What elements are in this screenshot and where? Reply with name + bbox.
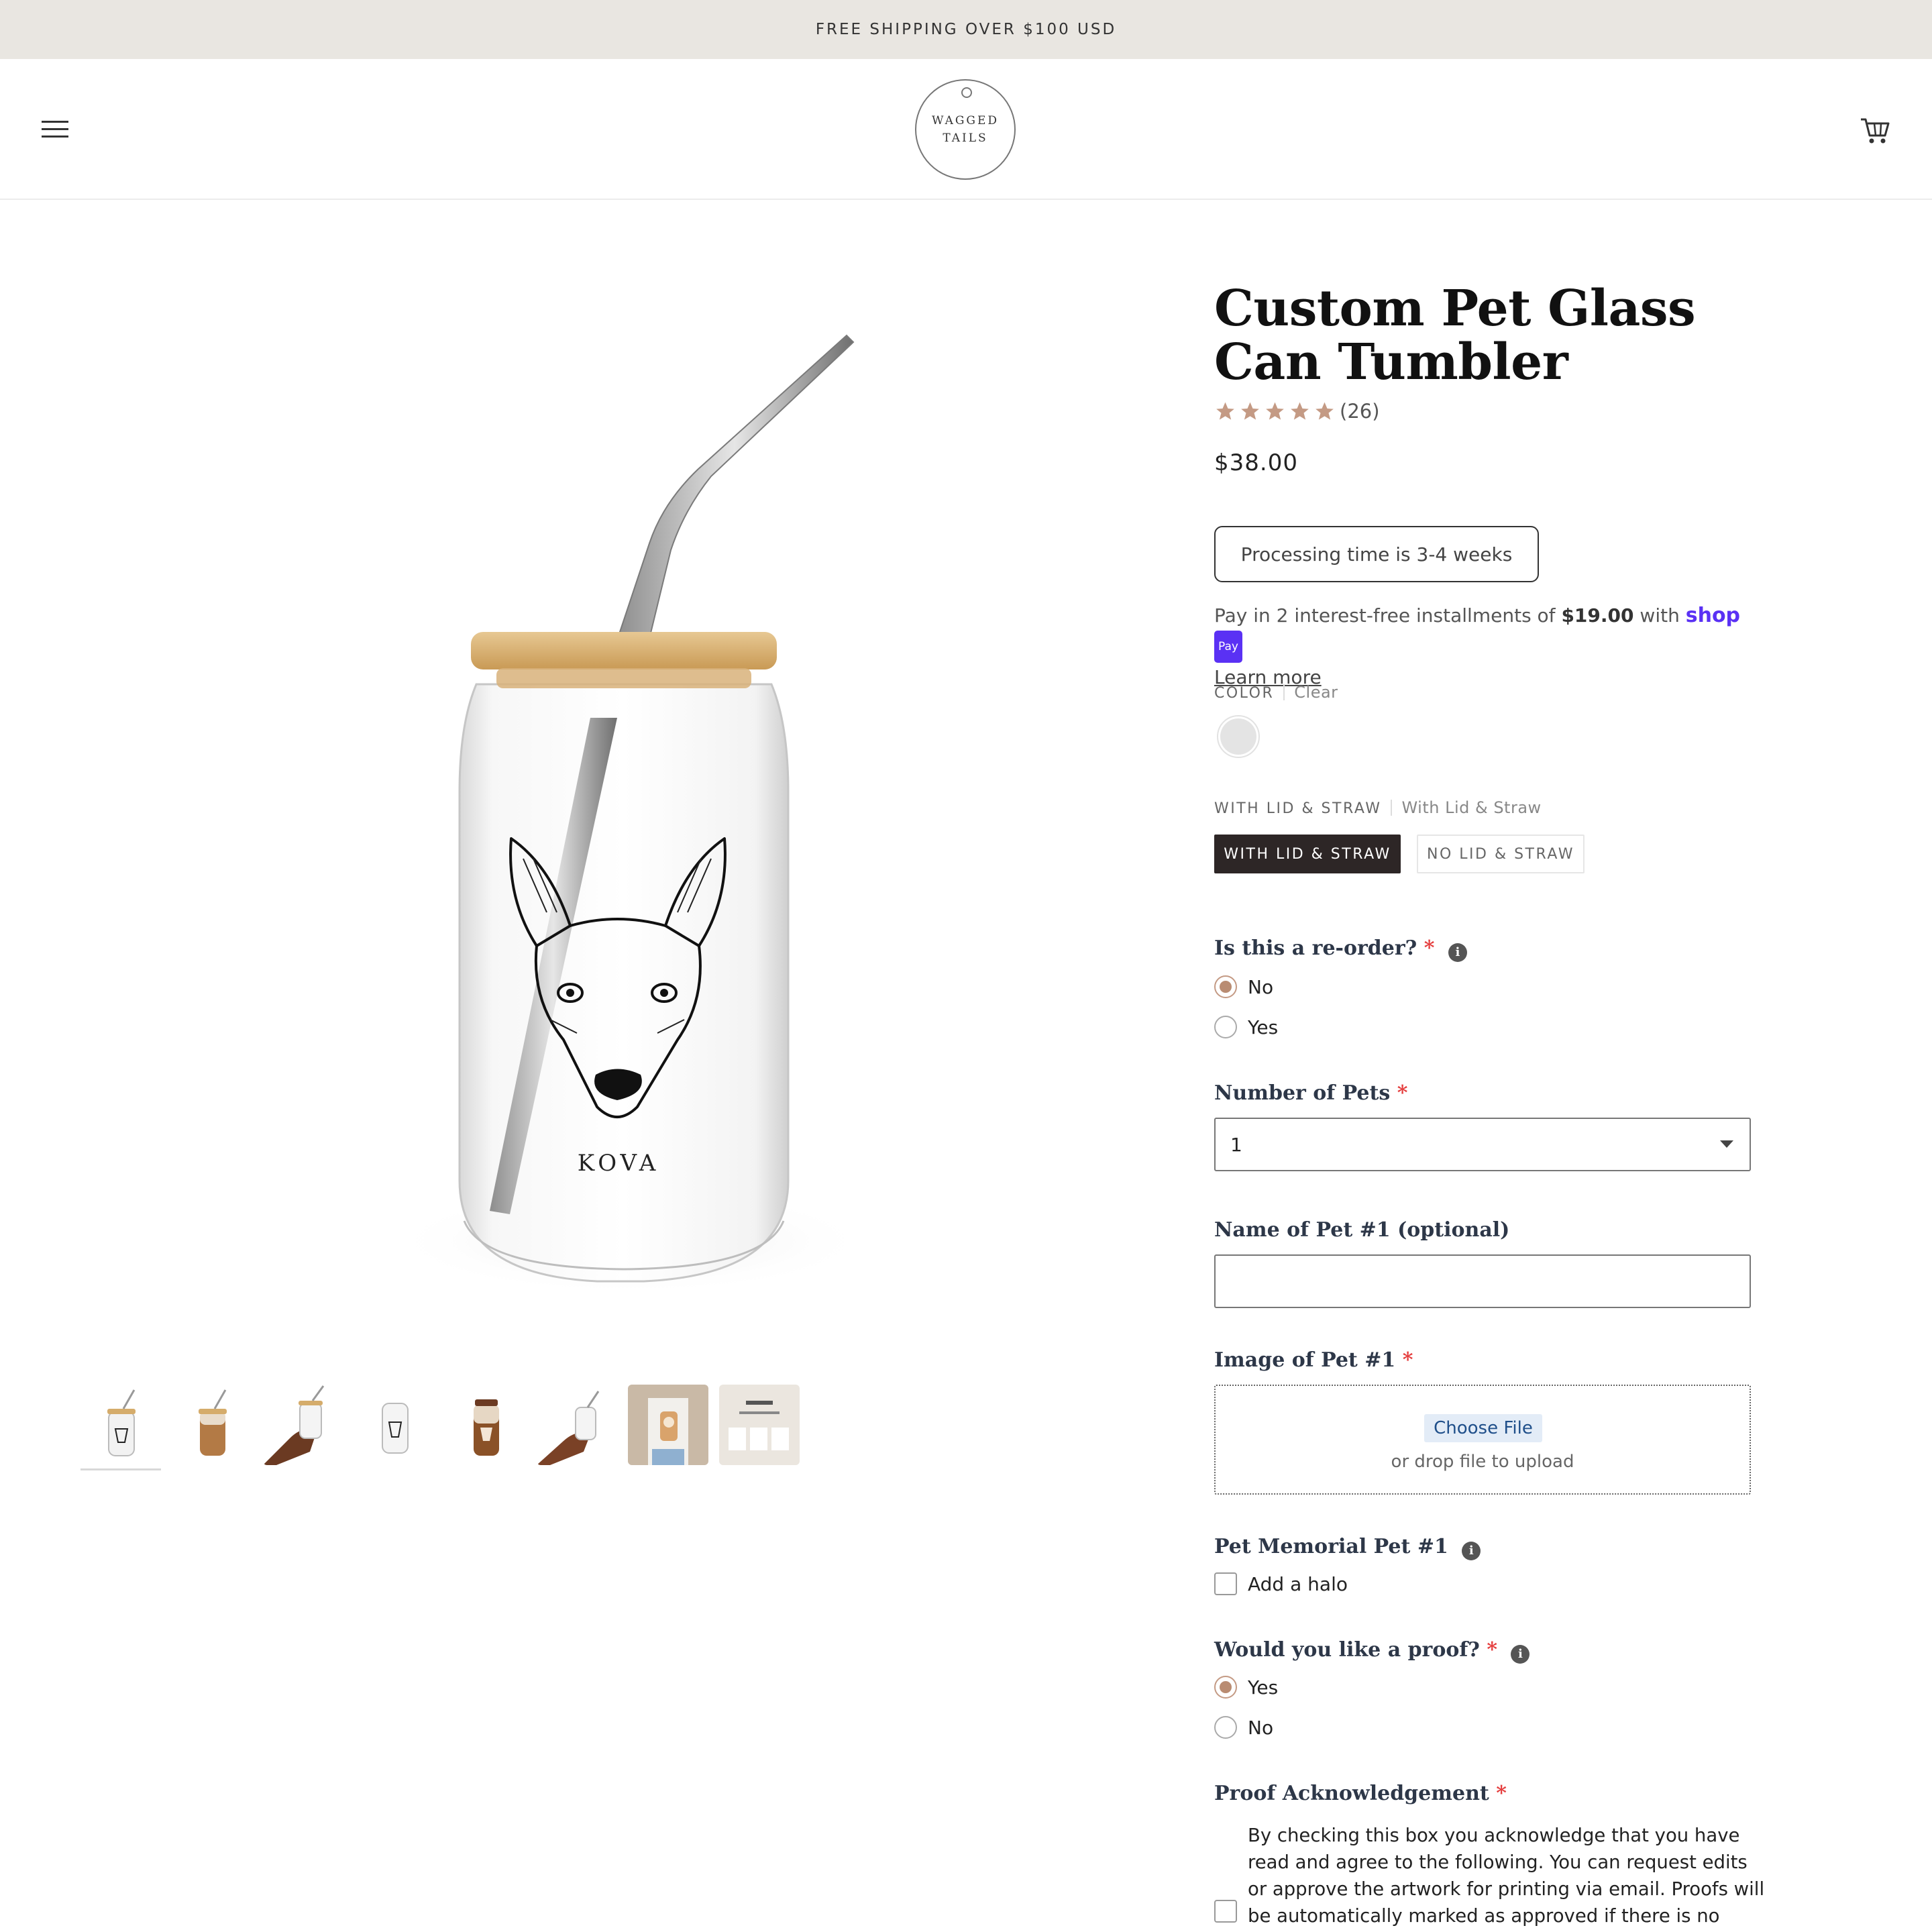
shoppay-prefix: Pay in 2 interest-free installments of <box>1214 604 1562 627</box>
pet-name-label: Name of Pet #1 (optional) <box>1214 1218 1510 1242</box>
announcement-bar: FREE SHIPPING OVER $100 USD <box>0 0 1932 59</box>
drop-file-hint: or drop file to upload <box>1391 1452 1574 1472</box>
proof-ack-checkbox[interactable] <box>1214 1900 1237 1923</box>
add-halo-checkbox[interactable] <box>1214 1572 1237 1595</box>
star-icon <box>1241 402 1259 420</box>
active-thumb-indicator <box>80 1468 161 1470</box>
star-icon <box>1266 402 1284 420</box>
radio-button[interactable] <box>1214 1016 1237 1038</box>
radio-label: No <box>1248 1716 1274 1739</box>
lid-value: With Lid & Straw <box>1401 798 1542 817</box>
required-mark: * <box>1487 1638 1498 1662</box>
divider <box>1391 800 1393 816</box>
info-icon[interactable]: i <box>1462 1542 1481 1560</box>
required-mark: * <box>1402 1348 1413 1372</box>
required-mark: * <box>1397 1081 1408 1105</box>
store-logo[interactable]: WAGGED TAILS <box>915 79 1016 180</box>
swatch-fill <box>1220 718 1256 755</box>
thumb-how-it-works[interactable] <box>719 1385 800 1465</box>
hamburger-menu-icon[interactable] <box>42 117 71 141</box>
radio-dot <box>1220 981 1232 993</box>
info-icon[interactable]: i <box>1511 1645 1530 1664</box>
shoppay-suffix: with <box>1633 604 1686 627</box>
color-swatch-clear[interactable] <box>1217 715 1260 758</box>
thumb-coffee-glass-2[interactable] <box>445 1385 526 1465</box>
site-header: WAGGED TAILS <box>0 59 1932 200</box>
reorder-option-yes[interactable]: Yes <box>1214 1016 1278 1038</box>
file-upload-dropzone[interactable]: Choose File or drop file to upload <box>1214 1385 1751 1495</box>
star-icon <box>1216 402 1234 420</box>
proof-ack-label: Proof Acknowledgement * <box>1214 1782 1507 1805</box>
review-count[interactable]: (26) <box>1340 400 1380 423</box>
lid-option-label: WITH LID & STRAW With Lid & Straw <box>1214 798 1542 817</box>
pet-name-input[interactable] <box>1214 1254 1751 1308</box>
number-of-pets-select[interactable]: 1 <box>1214 1118 1751 1171</box>
memorial-label: Pet Memorial Pet #1 i <box>1214 1535 1481 1560</box>
reorder-option-no[interactable]: No <box>1214 975 1273 998</box>
product-price: $38.00 <box>1214 449 1298 476</box>
pet-image-label: Image of Pet #1 * <box>1214 1348 1413 1372</box>
proof-option-no[interactable]: No <box>1214 1716 1273 1739</box>
logo-line2: TAILS <box>943 131 988 145</box>
info-icon[interactable]: i <box>1448 943 1467 962</box>
product-title: Custom Pet Glass Can Tumbler <box>1214 280 1696 391</box>
shop-pay-badge: Pay <box>1214 631 1242 663</box>
radio-button[interactable] <box>1214 1676 1237 1699</box>
thumb-no-lid-glass[interactable] <box>354 1385 435 1465</box>
select-value: 1 <box>1230 1134 1242 1156</box>
star-icon <box>1291 402 1309 420</box>
thumb-hand-clear-glass[interactable] <box>263 1385 343 1465</box>
proof-label-text: Would you like a proof? <box>1214 1638 1480 1662</box>
logo-ring-icon <box>961 87 972 98</box>
reorder-label: Is this a re-order? * i <box>1214 936 1467 962</box>
variant-no-lid-button[interactable]: NO LID & STRAW <box>1417 835 1585 873</box>
reorder-label-text: Is this a re-order? <box>1214 936 1417 960</box>
proof-ack-text: By checking this box you acknowledge tha… <box>1248 1825 1765 1927</box>
add-halo-option[interactable]: Add a halo <box>1214 1572 1348 1595</box>
proof-option-yes[interactable]: Yes <box>1214 1676 1278 1699</box>
cart-icon[interactable] <box>1860 115 1890 145</box>
radio-dot <box>1220 1681 1232 1693</box>
thumb-hand-glass-2[interactable] <box>537 1385 617 1465</box>
announcement-text: FREE SHIPPING OVER $100 USD <box>815 21 1117 38</box>
color-option-label: COLOR Clear <box>1214 683 1338 702</box>
thumb-lifestyle-photo[interactable] <box>628 1385 708 1465</box>
checkbox-label: Add a halo <box>1248 1572 1348 1595</box>
proof-label: Would you like a proof? * i <box>1214 1638 1530 1664</box>
thumbnail-strip <box>80 1385 818 1472</box>
memorial-label-text: Pet Memorial Pet #1 <box>1214 1535 1448 1558</box>
product-rating[interactable]: (26) <box>1214 400 1380 423</box>
chevron-down-icon <box>1720 1140 1733 1148</box>
radio-label: No <box>1248 975 1274 998</box>
pets-label-text: Number of Pets <box>1214 1081 1391 1105</box>
logo-line1: WAGGED <box>931 114 1000 127</box>
variant-with-lid-button[interactable]: WITH LID & STRAW <box>1214 835 1401 873</box>
number-of-pets-label: Number of Pets * <box>1214 1081 1407 1105</box>
glass-engraved-name: KOVA <box>578 1150 660 1177</box>
star-icon <box>1316 402 1334 420</box>
radio-button[interactable] <box>1214 1716 1237 1739</box>
color-label: COLOR <box>1214 685 1275 702</box>
radio-label: Yes <box>1248 1676 1279 1699</box>
processing-time-badge: Processing time is 3-4 weeks <box>1214 526 1539 582</box>
radio-label: Yes <box>1248 1016 1279 1038</box>
thumb-coffee-glass[interactable] <box>172 1385 252 1465</box>
thumb-clear-glass[interactable] <box>80 1385 161 1465</box>
shoppay-installments: Pay in 2 interest-free installments of $… <box>1214 601 1751 692</box>
ack-label-text: Proof Acknowledgement <box>1214 1782 1489 1805</box>
choose-file-button[interactable]: Choose File <box>1424 1414 1542 1442</box>
lid-label: WITH LID & STRAW <box>1214 800 1382 817</box>
shoppay-amount: $19.00 <box>1561 604 1634 627</box>
color-value: Clear <box>1294 683 1338 702</box>
image-label-text: Image of Pet #1 <box>1214 1348 1396 1372</box>
required-mark: * <box>1424 936 1435 960</box>
shop-logo: shop <box>1685 604 1741 627</box>
divider <box>1283 684 1285 700</box>
radio-button[interactable] <box>1214 975 1237 998</box>
product-main-image[interactable]: KOVA <box>282 322 926 1315</box>
product-info: Custom Pet Glass Can Tumbler (26) $38.00… <box>1214 280 1771 1927</box>
required-mark: * <box>1496 1782 1507 1805</box>
